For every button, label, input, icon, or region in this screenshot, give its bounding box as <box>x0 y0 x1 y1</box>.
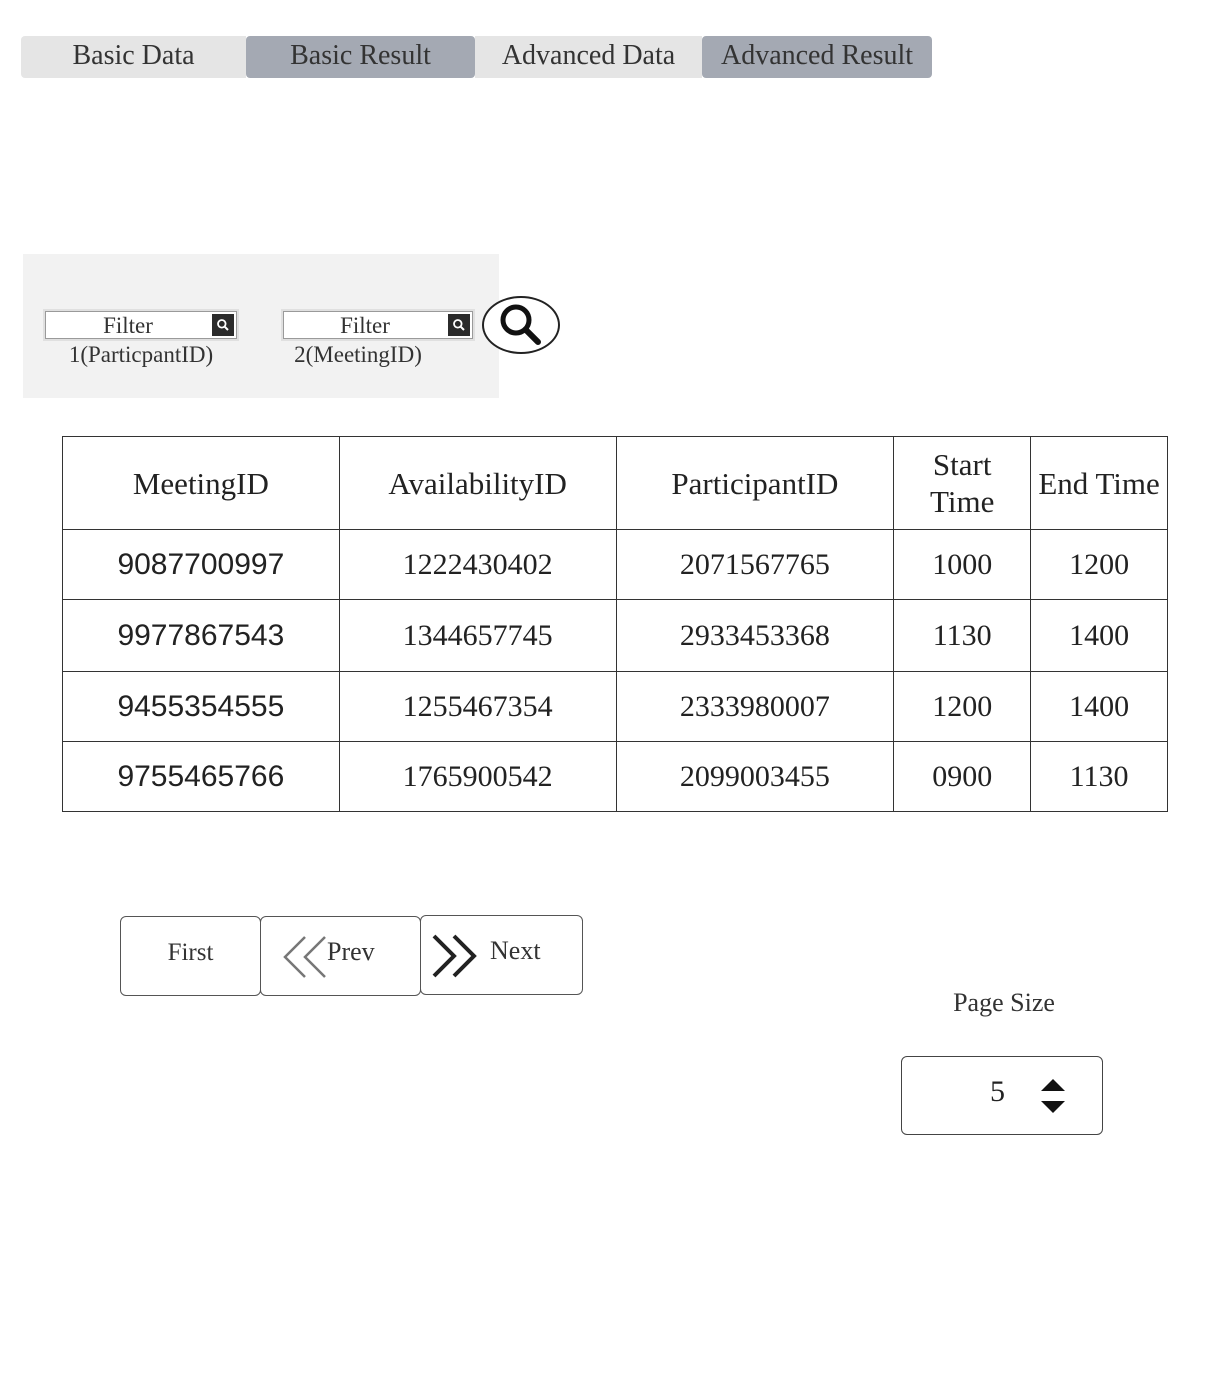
header-availability-id: AvailabilityID <box>338 436 617 530</box>
tab-advanced-result[interactable]: Advanced Result <box>702 36 932 78</box>
header-end-time: End Time <box>1030 436 1168 530</box>
cell-availability-id: 1344657745 <box>338 599 617 672</box>
first-page-button[interactable]: First <box>120 916 261 996</box>
cell-participant-id: 2099003455 <box>615 741 895 812</box>
cell-start-time: 1200 <box>893 671 1032 742</box>
prev-page-label: Prev <box>327 937 375 966</box>
cell-start-time: 0900 <box>893 741 1032 812</box>
prev-page-button[interactable]: Prev <box>260 916 421 996</box>
cell-participant-id: 2333980007 <box>615 671 895 742</box>
header-start-time-line1: Start <box>932 447 992 482</box>
filter-meeting-label: 2(MeetingID) <box>294 342 422 367</box>
tab-advanced-data[interactable]: Advanced Data <box>475 36 702 78</box>
filter-meeting-input[interactable]: Filter <box>283 311 473 339</box>
magnifier-icon <box>500 304 541 345</box>
page-size-value: 5 <box>990 1075 1005 1108</box>
filter-participant-label: 1(ParticpantID) <box>68 342 214 367</box>
tab-basic-data[interactable]: Basic Data <box>21 36 246 78</box>
double-chevron-left-icon <box>283 936 326 978</box>
cell-start-time: 1130 <box>893 599 1032 672</box>
filter-panel: Filter 1(ParticpantID) Filter 2(MeetingI… <box>23 254 499 398</box>
table-row: 9755465766 1765900542 2099003455 0900 11… <box>62 741 1168 812</box>
filter-participant-input[interactable]: Filter <box>45 311 237 339</box>
cell-end-time: 1130 <box>1030 741 1168 812</box>
cell-end-time: 1200 <box>1030 529 1168 600</box>
cell-participant-id: 2933453368 <box>615 599 895 672</box>
first-page-label: First <box>167 939 214 966</box>
header-start-time-line2: Time <box>930 484 995 519</box>
cell-start-time: 1000 <box>893 529 1032 600</box>
table-row: 9455354555 1255467354 2333980007 1200 14… <box>62 671 1168 742</box>
page-size-label: Page Size <box>953 988 1055 1017</box>
next-page-label: Next <box>490 936 541 965</box>
cell-end-time: 1400 <box>1030 599 1168 672</box>
double-chevron-right-icon <box>432 934 477 978</box>
cell-availability-id: 1765900542 <box>338 741 617 812</box>
filter-meeting-placeholder: Filter <box>340 313 390 338</box>
header-meeting-id: MeetingID <box>62 436 340 530</box>
cell-participant-id: 2071567765 <box>615 529 895 600</box>
table-row: 9977867543 1344657745 2933453368 1130 14… <box>62 599 1168 672</box>
results-table: MeetingID AvailabilityID ParticipantID S… <box>62 436 1168 812</box>
header-start-time: Start Time <box>893 436 1032 530</box>
cell-availability-id: 1255467354 <box>338 671 617 742</box>
cell-end-time: 1400 <box>1030 671 1168 742</box>
table-row: 9087700997 1222430402 2071567765 1000 12… <box>62 529 1168 600</box>
search-button[interactable] <box>482 296 560 354</box>
search-icon[interactable] <box>212 314 234 336</box>
search-icon[interactable] <box>448 314 470 336</box>
cell-meeting-id: 9455354555 <box>62 671 340 742</box>
header-participant-id: ParticipantID <box>615 436 895 530</box>
cell-meeting-id: 9755465766 <box>62 741 340 812</box>
table-header-row: MeetingID AvailabilityID ParticipantID S… <box>62 436 1168 530</box>
tab-basic-result[interactable]: Basic Result <box>246 36 475 78</box>
page-size-stepper[interactable]: 5 <box>901 1056 1103 1135</box>
tab-bar: Basic Data Basic Result Advanced Data Ad… <box>21 36 932 78</box>
cell-meeting-id: 9977867543 <box>62 599 340 672</box>
filter-participant-placeholder: Filter <box>103 313 153 338</box>
next-page-button[interactable]: Next <box>420 915 583 995</box>
up-down-arrows-icon[interactable] <box>1039 1077 1067 1115</box>
cell-meeting-id: 9087700997 <box>62 529 340 600</box>
cell-availability-id: 1222430402 <box>338 529 617 600</box>
